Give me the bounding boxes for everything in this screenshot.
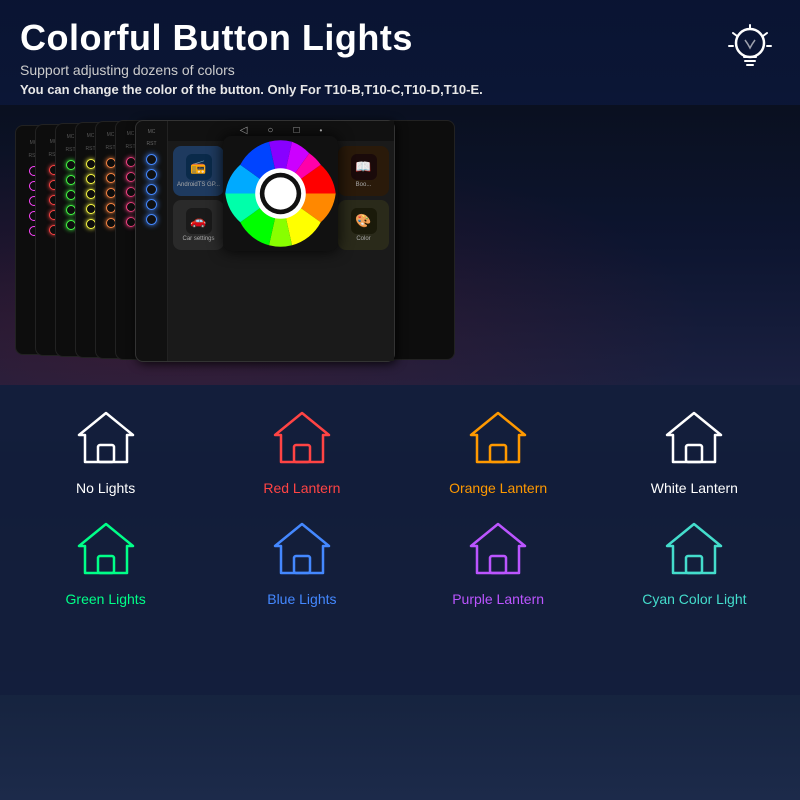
- app-color[interactable]: 🎨 Color: [338, 200, 389, 250]
- color-label-blue-lights: Blue Lights: [267, 591, 336, 607]
- nav-back[interactable]: ◁: [240, 125, 248, 136]
- color-wheel-popup[interactable]: [223, 136, 338, 251]
- apps-grid: 📻 AndroidTS GP... 🤖 APK Insta... 🔵 bluet…: [168, 141, 394, 255]
- color-options-grid: No Lights Red Lantern Orange Lantern White …: [15, 405, 785, 607]
- color-icon-red-lantern: [267, 405, 337, 470]
- nav-recent[interactable]: □: [293, 125, 299, 136]
- bulb-icon: [720, 18, 780, 78]
- header-section: Colorful Button Lights Support adjusting…: [0, 0, 800, 105]
- header-subtitle: Support adjusting dozens of colors: [20, 62, 780, 78]
- color-icon-blue-lights: [267, 516, 337, 581]
- color-icon-purple-lantern: [463, 516, 533, 581]
- color-label-green-lights: Green Lights: [66, 591, 146, 607]
- color-option-green-lights[interactable]: Green Lights: [15, 516, 196, 607]
- nav-home[interactable]: ○: [267, 125, 273, 136]
- color-label-purple-lantern: Purple Lantern: [452, 591, 544, 607]
- device-area: MC RST MC RST: [0, 105, 800, 385]
- color-option-no-lights[interactable]: No Lights: [15, 405, 196, 496]
- color-option-purple-lantern[interactable]: Purple Lantern: [408, 516, 589, 607]
- color-label-white-lantern: White Lantern: [651, 480, 738, 496]
- color-icon-green-lights: [71, 516, 141, 581]
- color-option-orange-lantern[interactable]: Orange Lantern: [408, 405, 589, 496]
- color-icon-white-lantern: [659, 405, 729, 470]
- color-option-blue-lights[interactable]: Blue Lights: [211, 516, 392, 607]
- color-label-red-lantern: Red Lantern: [263, 480, 340, 496]
- header-note: You can change the color of the button. …: [20, 82, 780, 97]
- tablet-front: MC RST ◁ ○ □ •: [135, 120, 395, 362]
- color-option-red-lantern[interactable]: Red Lantern: [211, 405, 392, 496]
- color-option-cyan-color-light[interactable]: Cyan Color Light: [604, 516, 785, 607]
- page-title: Colorful Button Lights: [20, 18, 780, 58]
- color-label-no-lights: No Lights: [76, 480, 135, 496]
- color-label-cyan-color-light: Cyan Color Light: [642, 591, 746, 607]
- color-label-orange-lantern: Orange Lantern: [449, 480, 547, 496]
- app-boo[interactable]: 📖 Boo...: [338, 146, 389, 196]
- color-icon-no-lights: [71, 405, 141, 470]
- color-icon-orange-lantern: [463, 405, 533, 470]
- app-androidts[interactable]: 📻 AndroidTS GP...: [173, 146, 224, 196]
- app-car-settings[interactable]: 🚗 Car settings: [173, 200, 224, 250]
- nav-dot: •: [319, 126, 322, 135]
- color-icon-cyan-color-light: [659, 516, 729, 581]
- color-panel: No Lights Red Lantern Orange Lantern White …: [0, 385, 800, 695]
- tablet-stack: MC RST MC RST: [15, 120, 395, 370]
- color-option-white-lantern[interactable]: White Lantern: [604, 405, 785, 496]
